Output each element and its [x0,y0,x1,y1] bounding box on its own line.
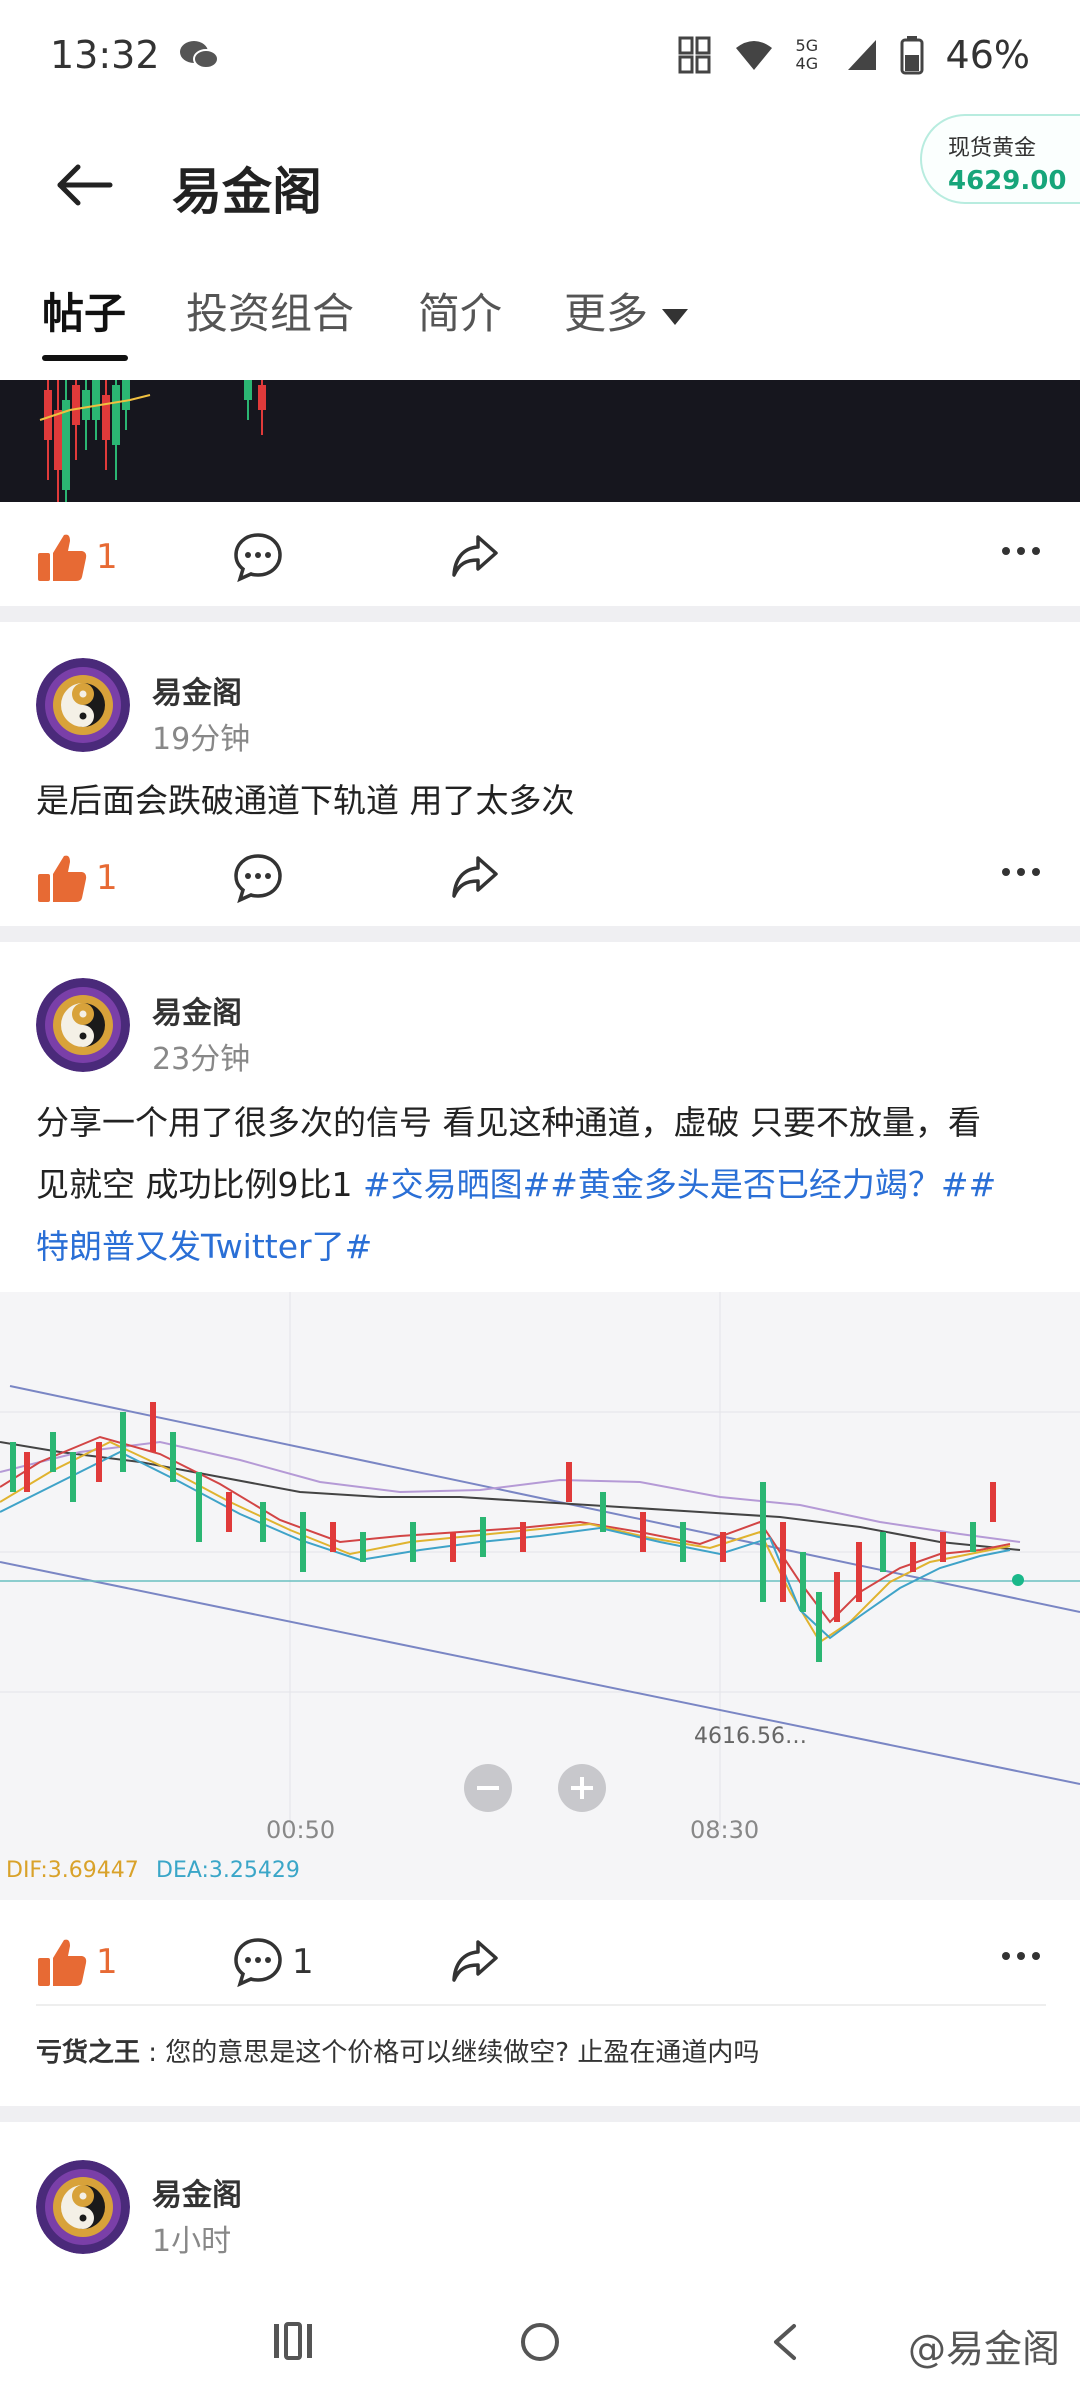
post-time: 23分钟 [152,1042,251,1077]
comment-count: 1 [292,1942,314,1982]
comment-button[interactable]: 1 [232,1936,314,1988]
price-label: 现货黄金 [948,136,1037,161]
status-bar: 13:32 5G 4G 46% [0,0,1080,110]
more-dots-icon [1002,868,1040,876]
section-divider [0,606,1080,622]
author-name[interactable]: 易金阁 [152,988,242,1032]
yin-yang-avatar-icon [36,2160,130,2254]
zoom-out-icon[interactable] [464,1764,512,1812]
chart-time-label: 00:50 [266,1816,336,1844]
like-button[interactable]: 1 [36,1936,118,1988]
tab-intro[interactable]: 简介 [418,280,502,341]
tab-bar: 帖子 投资组合 简介 更多 [0,260,1080,380]
section-divider [0,2106,1080,2122]
yin-yang-avatar-icon [36,978,130,1072]
price-channel-chart [0,1292,1080,1832]
share-button[interactable] [450,1936,500,1986]
hashtag-link[interactable]: #交易晒图##黄金多头是否已经力竭？## [363,1165,996,1204]
author-name[interactable]: 易金阁 [152,2170,242,2214]
thumbs-up-icon [38,855,87,902]
share-button[interactable] [450,531,500,581]
signal-icon [847,40,876,70]
watermark: @易金阁 [907,2327,1060,2371]
avatar[interactable] [36,658,130,752]
hd-icon [678,36,711,74]
comment-button[interactable] [232,531,284,583]
like-button[interactable]: 1 [36,852,118,904]
header: 易金阁 现货黄金 4629.00 [0,110,1080,260]
post-text-line: 见就空 成功比例9比1 #交易晒图##黄金多头是否已经力竭？## [36,1154,1046,1216]
tab-portfolio[interactable]: 投资组合 [186,280,354,341]
comment-button[interactable] [232,852,284,904]
comment-bubble-icon [234,1938,282,1988]
hashtag-link[interactable]: 特朗普又发Twitter了# [36,1216,1046,1278]
tab-more-label: 更多 [564,289,649,338]
section-divider [0,926,1080,942]
like-count: 1 [96,858,118,898]
author-name[interactable]: 易金阁 [152,668,242,712]
back-icon[interactable] [764,2320,804,2364]
share-arrow-icon [452,856,498,898]
battery-icon [900,36,924,75]
share-arrow-icon [452,535,498,577]
yin-yang-avatar-icon [36,658,130,752]
comment-bubble-icon [234,533,282,583]
network-label: 5G 4G [795,36,819,73]
chart-low-label: 4616.56… [694,1724,807,1749]
post-content[interactable]: 分享一个用了很多次的信号 看见这种通道，虚破 只要不放量，看 见就空 成功比例9… [36,1092,1046,1278]
more-dots-icon [1002,1952,1040,1960]
comment-preview[interactable]: 亏货之王 : 您的意思是这个价格可以继续做空? 止盈在通道内吗 [36,2032,759,2069]
comment-text: : 您的意思是这个价格可以继续做空? 止盈在通道内吗 [140,2038,760,2068]
more-dots-icon [1002,547,1040,555]
post-actions: 1 [0,505,1080,605]
post-actions: 1 1 [0,1910,1080,2010]
more-options-button[interactable] [1000,545,1042,557]
wechat-icon [179,41,219,69]
comment-separator [36,2004,1046,2006]
battery-level: 46% [945,33,1030,77]
like-count: 1 [96,1942,118,1982]
avatar[interactable] [36,2160,130,2254]
post-text-plain: 见就空 成功比例9比1 [36,1165,363,1204]
like-button[interactable]: 1 [36,531,118,583]
home-icon[interactable] [518,2320,562,2364]
tab-posts[interactable]: 帖子 [42,280,126,341]
more-options-button[interactable] [1000,1950,1042,1962]
back-arrow-icon[interactable] [50,150,120,220]
active-tab-indicator [42,355,128,361]
post-time: 19分钟 [152,722,251,757]
zoom-in-icon[interactable] [558,1764,606,1812]
post-image-candlestick[interactable] [0,380,1080,502]
status-time: 13:32 [50,33,160,77]
avatar[interactable] [36,978,130,1072]
spot-gold-price-chip[interactable]: 现货黄金 4629.00 [920,114,1080,204]
post-text-line: 分享一个用了很多次的信号 看见这种通道，虚破 只要不放量，看 [36,1103,981,1142]
macd-dea-label: DEA:3.25429 [156,1858,300,1883]
post-content[interactable]: 是后面会跌破通道下轨道 用了太多次 [36,770,1046,832]
thumbs-up-icon [38,534,87,581]
post-time: 1小时 [152,2224,232,2259]
macd-dif-label: DIF:3.69447 [6,1858,139,1883]
page-title: 易金阁 [172,163,322,221]
candlestick-snippet [39,380,266,502]
thumbs-up-icon [38,1939,87,1986]
share-arrow-icon [452,1940,498,1982]
caret-down-icon [662,308,689,325]
like-count: 1 [96,537,118,577]
post-actions: 1 [0,826,1080,926]
price-value: 4629.00 [948,166,1067,196]
wifi-icon [735,41,772,70]
comment-user[interactable]: 亏货之王 [36,2038,140,2068]
share-button[interactable] [450,852,500,902]
chart-time-label: 08:30 [690,1816,760,1844]
tab-more[interactable]: 更多 [564,280,689,341]
comment-bubble-icon [234,854,282,904]
more-options-button[interactable] [1000,866,1042,878]
post-image-chart[interactable]: 4616.56… 00:50 08:30 DIF:3.69447 DEA:3.2… [0,1292,1080,1900]
recent-apps-icon[interactable] [270,2320,316,2362]
